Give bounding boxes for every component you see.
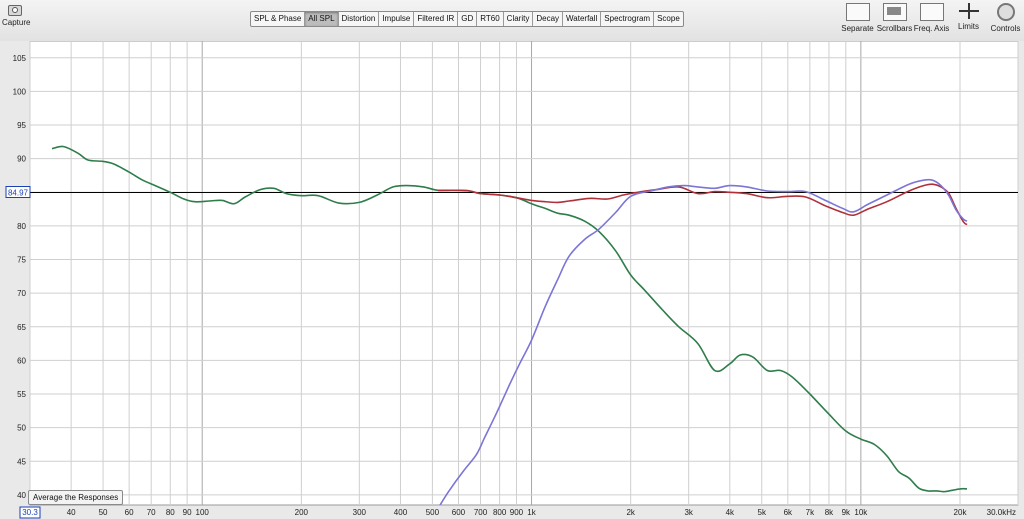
controls-icon	[996, 3, 1015, 21]
limits-icon	[958, 3, 980, 19]
tab-all-spl[interactable]: All SPL	[305, 12, 339, 26]
y-tick-label: 100	[13, 87, 27, 96]
graph-tools: Separate Scrollbars Freq. Axis Limits Contro…	[839, 2, 1024, 33]
capture-button[interactable]: Capture	[2, 2, 31, 27]
x-tick-label: 1k	[527, 508, 536, 517]
reference-label: 84.97	[8, 189, 29, 198]
tab-spectrogram[interactable]: Spectrogram	[601, 12, 655, 26]
tool-label: Limits	[958, 22, 979, 31]
tool-label: Freq. Axis	[913, 24, 950, 33]
camera-icon	[8, 5, 22, 16]
x-tick-label: 5k	[758, 508, 767, 517]
tab-scope[interactable]: Scope	[654, 12, 683, 26]
x-tick-label: 900	[510, 508, 524, 517]
x-tick-label: 500	[426, 508, 440, 517]
average-responses-button[interactable]: Average the Responses	[28, 490, 124, 505]
y-tick-label: 60	[17, 356, 26, 365]
graph-tabs: SPL & Phase All SPL Distortion Impulse Filte…	[250, 11, 684, 27]
x-tick-label: 400	[394, 508, 408, 517]
tab-filtered-ir[interactable]: Filtered IR	[414, 12, 459, 26]
tab-distortion[interactable]: Distortion	[339, 12, 380, 26]
x-tick-label: 600	[452, 508, 466, 517]
tab-spl-phase[interactable]: SPL & Phase	[251, 12, 306, 26]
x-tick-label: 8k	[825, 508, 834, 517]
tool-label: Separate	[841, 24, 874, 33]
y-tick-label: 80	[17, 222, 26, 231]
y-tick-label: 70	[17, 289, 26, 298]
tool-label: Controls	[990, 24, 1021, 33]
controls-button[interactable]: Controls	[987, 2, 1024, 33]
x-tick-label: 2k	[626, 508, 635, 517]
x-tick-label: 90	[183, 508, 192, 517]
x-tick-label: 6k	[784, 508, 793, 517]
y-tick-label: 45	[17, 457, 26, 466]
x-tick-label: 700	[474, 508, 488, 517]
plot-area	[29, 41, 1019, 506]
tab-impulse[interactable]: Impulse	[379, 12, 415, 26]
scrollbars-button[interactable]: Scrollbars	[876, 2, 913, 33]
y-tick-label: 105	[13, 54, 27, 63]
y-tick-label: 50	[17, 424, 26, 433]
tab-clarity[interactable]: Clarity	[504, 12, 534, 26]
scrollbars-icon	[882, 3, 907, 21]
tab-decay[interactable]: Decay	[533, 12, 564, 26]
y-tick-label: 55	[17, 390, 26, 399]
x-tick-label: 30.0kHz	[987, 508, 1016, 517]
x-min-label: 30.3	[22, 508, 38, 517]
separate-button[interactable]: Separate	[839, 2, 876, 33]
capture-label: Capture	[2, 18, 31, 27]
x-tick-label: 10k	[854, 508, 868, 517]
x-tick-label: 800	[493, 508, 507, 517]
x-tick-label: 7k	[806, 508, 815, 517]
y-tick-label: 75	[17, 256, 26, 265]
freq-axis-icon	[919, 3, 944, 21]
separate-icon	[845, 3, 870, 21]
toolbar: Capture SPL & Phase All SPL Distortion Impu…	[0, 0, 1024, 41]
x-tick-label: 20k	[954, 508, 968, 517]
x-tick-label: 100	[196, 508, 210, 517]
y-tick-label: 40	[17, 491, 26, 500]
x-tick-label: 70	[147, 508, 156, 517]
y-tick-label: 90	[17, 155, 26, 164]
x-tick-label: 50	[99, 508, 108, 517]
x-tick-label: 200	[295, 508, 309, 517]
tab-waterfall[interactable]: Waterfall	[563, 12, 602, 26]
x-tick-label: 40	[67, 508, 76, 517]
spl-chart: 404550556065707580859095100105dB40506070…	[5, 41, 1019, 519]
y-tick-label: 65	[17, 323, 26, 332]
tab-rt60[interactable]: RT60	[477, 12, 504, 26]
freq-axis-button[interactable]: Freq. Axis	[913, 2, 950, 33]
x-tick-label: 80	[166, 508, 175, 517]
x-tick-label: 9k	[842, 508, 851, 517]
x-tick-label: 60	[125, 508, 134, 517]
x-tick-label: 3k	[684, 508, 693, 517]
tool-label: Scrollbars	[876, 24, 913, 33]
limits-button[interactable]: Limits	[950, 2, 987, 33]
x-tick-label: 4k	[726, 508, 735, 517]
tab-gd[interactable]: GD	[458, 12, 478, 26]
x-tick-label: 300	[353, 508, 367, 517]
y-tick-label: 95	[17, 121, 26, 130]
